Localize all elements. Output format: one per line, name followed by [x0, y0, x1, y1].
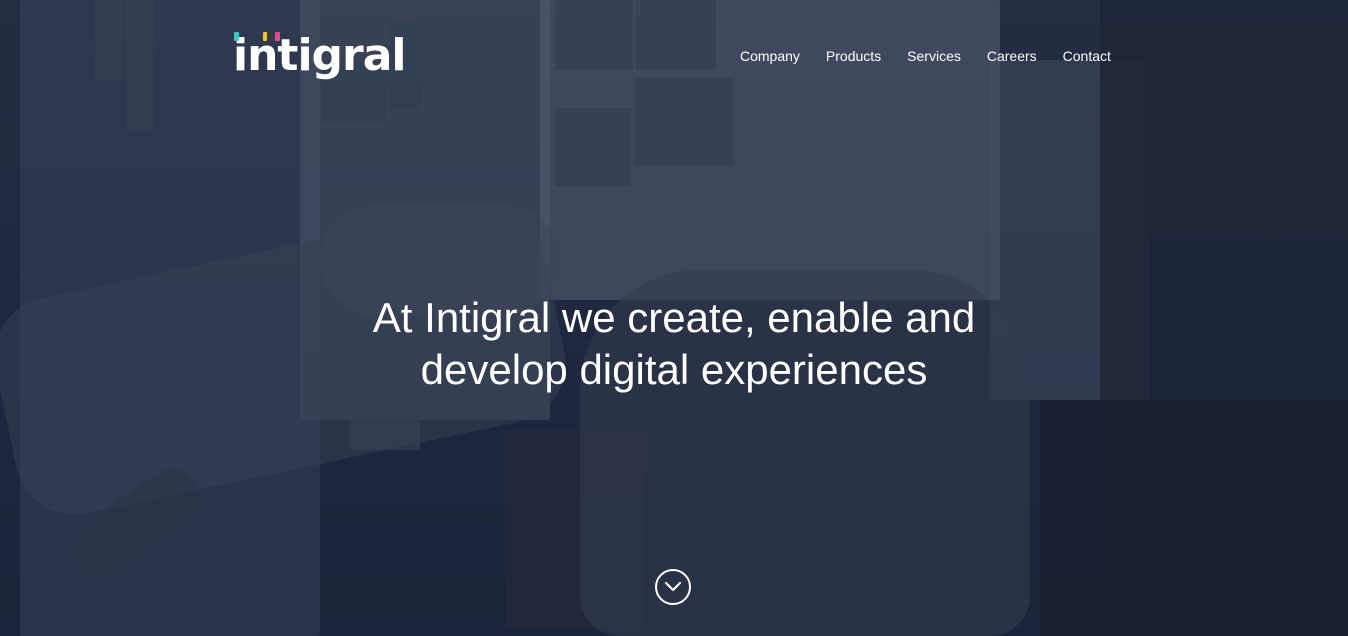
- hero-headline-line-2: develop digital experiences: [420, 346, 928, 393]
- hero-headline: At Intigral we create, enable and develo…: [0, 292, 1348, 396]
- hero-headline-line-1: At Intigral we create, enable and: [372, 294, 976, 341]
- intigral-logo[interactable]: intigral: [233, 28, 406, 78]
- nav-item-careers[interactable]: Careers: [987, 47, 1037, 65]
- nav-item-products[interactable]: Products: [826, 47, 881, 65]
- scroll-down-button[interactable]: [655, 569, 691, 605]
- logo-yellow-accent: [263, 32, 267, 41]
- logo-teal-accent: [234, 32, 239, 41]
- logo-wordmark: intigral: [233, 30, 406, 81]
- nav-item-services[interactable]: Services: [907, 47, 961, 65]
- logo-color-accents: [233, 28, 373, 41]
- logo-pink-accent: [275, 32, 280, 41]
- chevron-down-icon: [664, 581, 682, 592]
- hero-section: intigral Company Products Services Caree…: [0, 0, 1348, 636]
- nav-item-company[interactable]: Company: [740, 47, 800, 65]
- main-navigation: Company Products Services Careers Contac…: [740, 47, 1111, 65]
- nav-item-contact[interactable]: Contact: [1063, 47, 1111, 65]
